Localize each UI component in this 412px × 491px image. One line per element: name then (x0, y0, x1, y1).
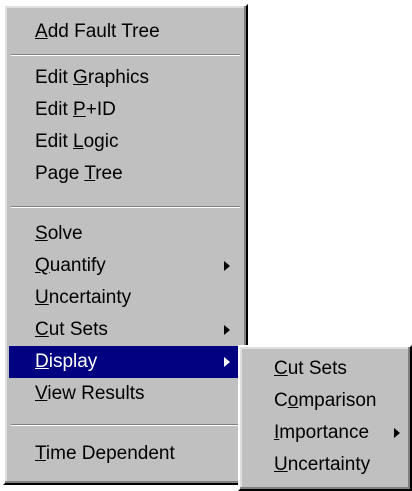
menu-item-label: Edit (35, 131, 74, 152)
menu-item-time-dependent[interactable]: Time Dependent (9, 438, 242, 470)
menu-item-label: C (274, 390, 288, 411)
submenu-item-cut-sets[interactable]: Cut Sets (244, 353, 406, 385)
accelerator-key: T (84, 163, 96, 184)
menu-item-solve[interactable]: Solve (9, 218, 242, 250)
menu-item-label: olve (47, 223, 83, 244)
submenu-arrow-icon (224, 325, 230, 335)
menu-item-edit-pid[interactable]: Edit P+ID (9, 94, 242, 126)
accelerator-key: G (73, 67, 88, 88)
menu-item-quantify[interactable]: Quantify (9, 250, 242, 282)
menu-item-label: +ID (85, 99, 116, 120)
menu-separator (11, 54, 240, 56)
menu-item-label: ogic (83, 131, 119, 152)
menu-item-label: raphics (87, 67, 150, 88)
menu-item-view-results[interactable]: View Results (9, 378, 242, 410)
menu-item-label: iew Results (47, 383, 145, 404)
menu-item-label: ime Dependent (45, 443, 175, 464)
accelerator-key: U (274, 454, 288, 475)
accelerator-key: A (35, 21, 48, 42)
submenu-item-uncertainty[interactable]: Uncertainty (244, 449, 406, 481)
menu-item-label: ut Sets (287, 358, 347, 379)
accelerator-key: o (287, 390, 299, 411)
menu-item-display[interactable]: Display (9, 346, 242, 378)
accelerator-key: C (35, 319, 49, 340)
menu-item-label: ut Sets (48, 319, 108, 340)
submenu-arrow-icon (394, 428, 400, 438)
accelerator-key: C (274, 358, 288, 379)
menu-item-page-tree[interactable]: Page Tree (9, 158, 242, 190)
submenu-item-importance[interactable]: Importance (244, 417, 406, 449)
submenu-arrow-icon (224, 261, 230, 271)
accelerator-key: Q (35, 255, 50, 276)
submenu-arrow-icon (224, 357, 230, 367)
accelerator-key: L (73, 131, 84, 152)
menu-item-edit-logic[interactable]: Edit Logic (9, 126, 242, 158)
display-submenu: Cut Sets Comparison Importance Uncertain… (238, 345, 412, 491)
menu-item-label: Edit (35, 99, 74, 120)
menu-separator (11, 424, 240, 426)
accelerator-key: U (35, 287, 49, 308)
accelerator-key: D (35, 351, 49, 372)
accelerator-key: P (73, 99, 86, 120)
menu-item-uncertainty[interactable]: Uncertainty (9, 282, 242, 314)
menu-item-label: mparison (298, 390, 377, 411)
accelerator-key: T (35, 443, 46, 464)
menu-separator (11, 206, 240, 208)
submenu-item-comparison[interactable]: Comparison (244, 385, 406, 417)
menu-item-edit-graphics[interactable]: Edit Graphics (9, 62, 242, 94)
accelerator-key: S (35, 223, 48, 244)
menu-item-label: Edit (35, 67, 74, 88)
menu-item-add-fault-tree[interactable]: Add Fault Tree (9, 16, 242, 48)
menu-item-label: Page (35, 163, 85, 184)
menu-item-label: uantify (49, 255, 106, 276)
menu-item-label: dd Fault Tree (47, 21, 160, 42)
menu-item-cut-sets[interactable]: Cut Sets (9, 314, 242, 346)
menu-item-label: ncertainty (48, 287, 132, 308)
menu-item-label: ree (95, 163, 123, 184)
accelerator-key: V (35, 383, 48, 404)
menu-item-label: ncertainty (287, 454, 371, 475)
menu-item-label: mportance (279, 422, 370, 443)
menu-item-label: isplay (48, 351, 98, 372)
context-menu: Add Fault Tree Edit Graphics Edit P+ID E… (3, 4, 248, 485)
